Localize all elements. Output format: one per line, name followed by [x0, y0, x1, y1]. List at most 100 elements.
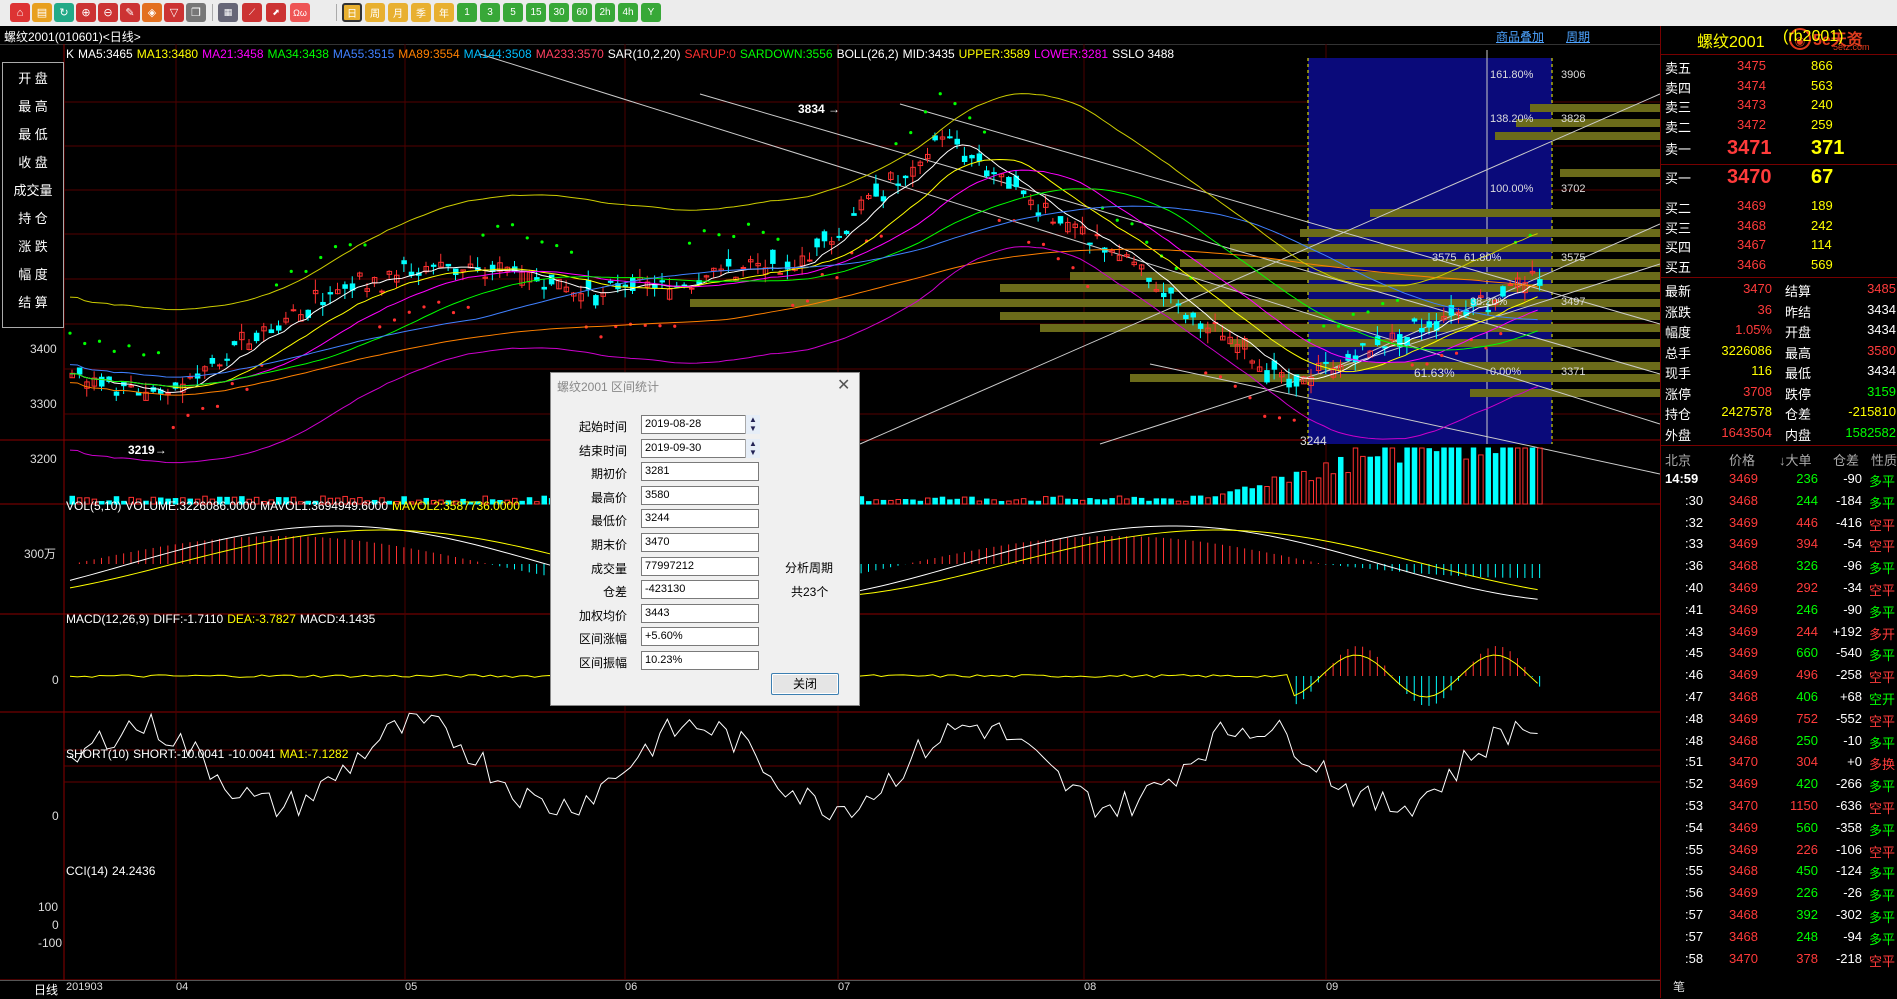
volume-bar [910, 499, 916, 505]
overlay-commodity-link[interactable]: 商品叠加 [1496, 28, 1544, 45]
volume-bar [1433, 451, 1440, 505]
1min-icon[interactable]: 1 [457, 3, 477, 22]
4h-icon[interactable]: 4h [618, 3, 638, 22]
tick-row: :41 3469 246 -90 多平 [1661, 599, 1897, 621]
stat-row: 涨跌 36 昨结 3434 [1661, 300, 1897, 320]
stat-value: 3434 [1867, 301, 1896, 317]
field-input[interactable]: 77997212 [641, 556, 759, 576]
week-icon[interactable]: 周 [365, 3, 385, 22]
close-icon[interactable]: ✕ [837, 375, 850, 395]
60min-icon[interactable]: 60 [572, 3, 592, 22]
tick-volume: 392 [1796, 907, 1818, 922]
sar-dot [569, 250, 574, 254]
candle-body [895, 183, 901, 186]
field-input[interactable]: +5.60% [641, 627, 759, 647]
volume-profile-bar [1370, 209, 1660, 217]
funnel-icon[interactable]: ▽ [164, 3, 184, 22]
stat-value: 3470 [1743, 281, 1772, 296]
candle-body [880, 196, 887, 202]
stock-icon[interactable]: ⬈ [266, 3, 286, 22]
volume-bar [1256, 485, 1263, 505]
candle-body [1360, 343, 1366, 346]
field-input[interactable]: 3470 [641, 533, 759, 552]
tick-icon[interactable]: Y [641, 3, 661, 22]
3min-icon[interactable]: 3 [480, 3, 500, 22]
sar-dot [230, 381, 234, 386]
tick-price: 3469 [1729, 710, 1758, 726]
2h-icon[interactable]: 2h [595, 3, 615, 22]
tick-oi-change: -636 [1835, 798, 1862, 813]
volume-bar [1345, 472, 1351, 505]
field-input[interactable]: -423130 [641, 580, 759, 600]
quarter-icon[interactable]: 季 [411, 3, 431, 22]
15min-icon[interactable]: 15 [526, 3, 546, 22]
y-label: 300万 [24, 547, 57, 561]
pen-icon[interactable]: ✎ [120, 3, 140, 22]
order-book-row: 卖三 3473 240 [1661, 95, 1897, 115]
level-volume: 240 [1811, 97, 1833, 112]
paint-icon[interactable]: ◈ [142, 3, 162, 22]
tick-tab[interactable]: 笔 [1673, 978, 1685, 995]
copy-icon[interactable]: ❐ [186, 3, 206, 22]
tick-time: :41 [1685, 601, 1704, 617]
field-input[interactable]: 2019-09-30 [641, 438, 759, 458]
ohlc-panel: 开 盘最 高最 低收 盘成交量持 仓涨 跌幅 度结 算 [2, 62, 64, 328]
home-icon[interactable]: ⌂ [10, 3, 30, 22]
level-volume: 569 [1811, 256, 1833, 272]
split-icon[interactable]: Ωω [290, 3, 310, 22]
candle-body [1374, 336, 1381, 346]
candle-body [807, 259, 813, 262]
tick-row: :43 3469 244 +192 多开 [1661, 621, 1897, 643]
level-price: 3472 [1737, 116, 1766, 132]
tick-row: :48 3469 752 -552 空平 [1661, 708, 1897, 730]
volume-bar [1057, 495, 1064, 505]
sar-dot [186, 413, 190, 418]
stat-label: 现手 [1665, 366, 1692, 381]
field-input[interactable]: 2019-08-28 [641, 415, 759, 434]
date-spinner[interactable]: ▲ ▼ [745, 415, 760, 434]
indicator-value: MA13:3480 [136, 47, 199, 61]
period-corner[interactable]: 日线 [34, 981, 58, 998]
day-icon[interactable]: 日 [342, 3, 362, 22]
month-icon[interactable]: 月 [388, 3, 408, 22]
sar-dot [1381, 301, 1385, 306]
tick-volume: 752 [1796, 710, 1818, 726]
sar-dot [673, 324, 677, 328]
sar-dot [1351, 312, 1355, 316]
zoom-out-icon[interactable]: ⊖ [98, 3, 118, 22]
folder-icon[interactable]: ▤ [32, 3, 52, 22]
sar-dot [510, 223, 515, 227]
table-icon[interactable]: ▦ [218, 3, 238, 22]
tick-nature: 多平 [1869, 495, 1896, 511]
zoom-in-icon[interactable]: ⊕ [76, 3, 96, 22]
level-label: 买四 [1665, 240, 1692, 255]
year-icon[interactable]: 年 [434, 3, 454, 22]
indicator-value: MA233:3570 [535, 47, 604, 61]
30min-icon[interactable]: 30 [549, 3, 569, 22]
refresh-icon[interactable]: ↻ [54, 3, 74, 22]
field-input[interactable]: 3443 [641, 603, 759, 623]
tick-oi-change: -266 [1835, 776, 1862, 792]
period-link[interactable]: 周期 [1566, 28, 1590, 45]
indicator-value: MACD:4.1435 [299, 612, 376, 626]
candle-body [342, 284, 348, 289]
stat-label: 涨跌 [1665, 304, 1692, 320]
candle-body [1168, 287, 1174, 294]
line-chart-icon[interactable]: ⟋ [242, 3, 262, 22]
high-annotation: 3834 → [798, 102, 841, 116]
volume-bar [1397, 462, 1403, 505]
field-label: 结束时间 [578, 443, 627, 458]
date-spinner[interactable]: ▲ ▼ [745, 438, 760, 458]
indicator-value: UPPER:3589 [958, 47, 1031, 61]
candle-body [1050, 221, 1056, 224]
vol-indicator-line: VOL(5,10) VOLUME:3226086.0000 MAVOL1:36949… [66, 499, 524, 513]
stat-label: 外盘 [1665, 427, 1692, 443]
field-input[interactable]: 3244 [641, 509, 759, 529]
field-label: 期初价 [590, 467, 627, 482]
5min-icon[interactable]: 5 [503, 3, 523, 22]
field-input[interactable]: 3281 [641, 462, 759, 482]
tick-nature: 多开 [1869, 626, 1896, 642]
field-input[interactable]: 10.23% [641, 651, 759, 670]
field-input[interactable]: 3580 [641, 485, 759, 505]
close-button[interactable]: 关闭 [771, 673, 839, 695]
